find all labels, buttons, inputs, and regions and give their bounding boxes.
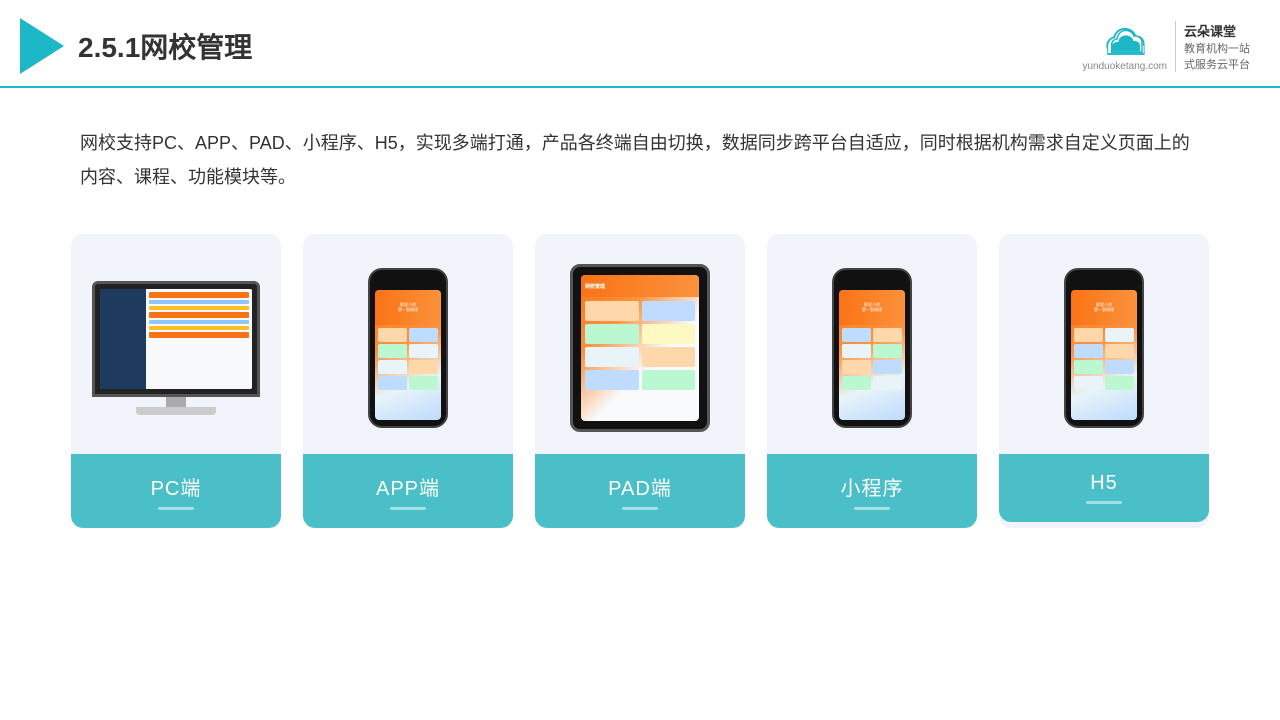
card-miniprogram: 职涯人的第一堂网课: [767, 234, 977, 528]
card-h5-label: H5: [999, 454, 1209, 522]
card-pc-image: [71, 234, 281, 454]
platform-cards: PC端 职涯人的第一堂网课: [0, 214, 1280, 528]
card-pad-label: PAD端: [535, 454, 745, 528]
description-text: 网校支持PC、APP、PAD、小程序、H5，实现多端打通，产品各终端自由切换，数…: [0, 88, 1280, 214]
tablet-mockup: 网校管理: [570, 264, 710, 432]
card-h5: 职涯人的第一堂网课: [999, 234, 1209, 528]
brand-text: 云朵课堂 教育机构一站式服务云平台: [1175, 21, 1250, 72]
card-pc: PC端: [71, 234, 281, 528]
card-miniprogram-image: 职涯人的第一堂网课: [767, 234, 977, 454]
brand-tagline: 教育机构一站式服务云平台: [1184, 40, 1250, 72]
card-app-label: APP端: [303, 454, 513, 528]
cloud-icon: [1097, 21, 1153, 59]
header-right: yunduoketang.com 云朵课堂 教育机构一站式服务云平台: [1082, 21, 1250, 72]
brand-name: 云朵课堂: [1184, 21, 1250, 40]
card-app: 职涯人的第一堂网课: [303, 234, 513, 528]
brand-triangle-icon: [20, 18, 64, 74]
phone-mockup-h5: 职涯人的第一堂网课: [1064, 268, 1144, 428]
brand-url: yunduoketang.com: [1082, 61, 1167, 72]
phone-mockup-app: 职涯人的第一堂网课: [368, 268, 448, 428]
cloud-logo: yunduoketang.com: [1082, 21, 1167, 72]
pc-mockup: [92, 281, 260, 415]
card-miniprogram-label: 小程序: [767, 454, 977, 528]
phone-mockup-mini: 职涯人的第一堂网课: [832, 268, 912, 428]
page-title: 2.5.1网校管理: [78, 26, 252, 66]
card-h5-image: 职涯人的第一堂网课: [999, 234, 1209, 454]
page-header: 2.5.1网校管理: [0, 0, 1280, 88]
header-left: 2.5.1网校管理: [20, 18, 252, 74]
card-pad-image: 网校管理: [535, 234, 745, 454]
card-pc-label: PC端: [71, 454, 281, 528]
card-app-image: 职涯人的第一堂网课: [303, 234, 513, 454]
card-pad: 网校管理 PAD端: [535, 234, 745, 528]
